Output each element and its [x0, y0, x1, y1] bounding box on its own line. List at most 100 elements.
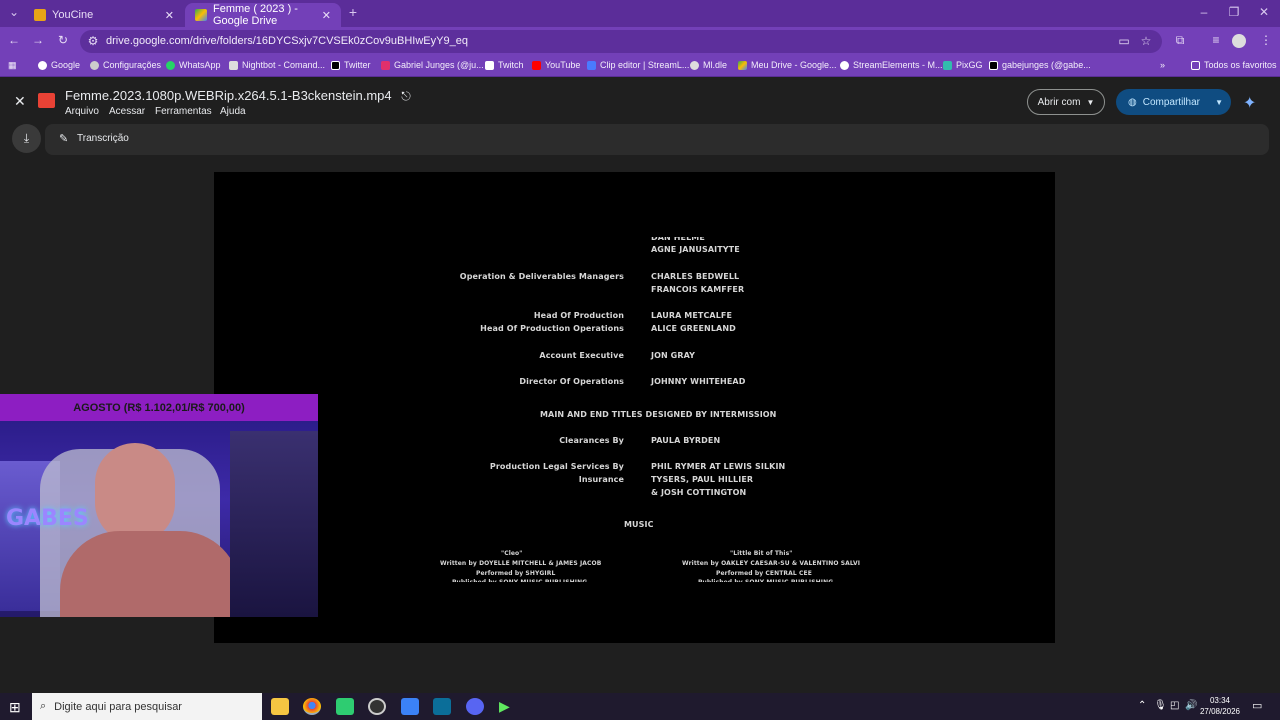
all-bookmarks-folder[interactable]: Todos os favoritos [1191, 60, 1277, 70]
pix-icon [943, 60, 952, 70]
more-bookmarks-icon[interactable]: » [1160, 60, 1165, 70]
menu-ferramentas[interactable]: Ferramentas [155, 106, 212, 117]
search-placeholder: Digite aqui para pesquisar [54, 700, 182, 713]
credit-name: & JOSH COTTINGTON [651, 488, 747, 497]
credit-name: JOHNNY WHITEHEAD [651, 377, 746, 386]
media-icon[interactable]: ≡ [1208, 33, 1224, 47]
site-info-icon[interactable]: ⚙ [85, 34, 101, 48]
twitch-icon [485, 60, 494, 70]
apps-icon[interactable]: ▦ [8, 60, 17, 71]
streamer-body [60, 531, 240, 617]
bookmark-clip-editor[interactable]: Clip editor | StreamL... [587, 60, 689, 70]
bookmark-twitch[interactable]: Twitch [485, 60, 524, 70]
close-tab-icon[interactable]: ✕ [165, 9, 174, 22]
bookmark-meu-drive[interactable]: Meu Drive - Google... [738, 60, 837, 70]
song-writers: Written by OAKLEY CAESAR-SU & VALENTINO … [682, 560, 861, 567]
microphone-icon[interactable]: 🎙 [1154, 700, 1167, 711]
folder-icon [1191, 60, 1200, 70]
play-icon[interactable]: ▶ [499, 698, 517, 715]
url-text[interactable]: drive.google.com/drive/folders/16DYCSxjv… [106, 35, 468, 47]
song-writers: Written by DOYELLE MITCHELL & JAMES JACO… [440, 560, 602, 567]
bookmark-star-icon[interactable]: ☆ [1138, 34, 1154, 48]
new-tab-button[interactable]: + [341, 4, 365, 20]
song-performer: Performed by SHYGIRL [476, 570, 556, 577]
restore-icon[interactable]: ❐ [1222, 5, 1246, 19]
credit-name: JON GRAY [651, 351, 696, 360]
file-explorer-icon[interactable] [271, 698, 289, 715]
credit-name: TYSERS, PAUL HILLIER [651, 475, 754, 484]
streamladder-icon [587, 60, 596, 70]
close-tab-icon[interactable]: ✕ [322, 9, 331, 22]
bookmark-configuracoes[interactable]: Configurações [90, 60, 161, 70]
bookmark-mldle[interactable]: Ml.dle [690, 60, 727, 70]
notification-icon[interactable]: ▭ [1252, 699, 1262, 712]
transcription-button[interactable]: Transcrição [77, 133, 129, 144]
bookmark-youtube[interactable]: YouTube [532, 60, 580, 70]
tab-google-drive[interactable]: Femme ( 2023 ) - Google Drive ✕ [185, 3, 341, 27]
close-window-icon[interactable]: ✕ [1252, 5, 1276, 19]
credit-role: Operation & Deliverables Managers [459, 272, 624, 281]
menu-arquivo[interactable]: Arquivo [65, 106, 99, 117]
bookmark-tiktok[interactable]: gabejunges (@gabe... [989, 60, 1091, 70]
extensions-icon[interactable]: ⧉ [1172, 33, 1188, 48]
bookmark-google[interactable]: Google [38, 60, 80, 70]
bookmark-twitter[interactable]: Twitter [331, 60, 371, 70]
windows-start-icon[interactable]: ⊞ [9, 699, 21, 716]
share-button[interactable]: ◍ Compartilhar ▼ [1116, 89, 1231, 115]
menu-ajuda[interactable]: Ajuda [220, 106, 246, 117]
search-icon: ⌕ [40, 700, 47, 712]
cast-icon[interactable]: ▭ [1116, 34, 1132, 48]
credit-name: PHIL RYMER AT LEWIS SILKIN [651, 462, 786, 471]
menu-acessar[interactable]: Acessar [109, 106, 145, 117]
tab-youcine[interactable]: YouCine ✕ [24, 3, 184, 27]
gemini-icon[interactable]: ✦ [1243, 93, 1256, 113]
chevron-up-icon[interactable]: ⌃ [1138, 700, 1146, 711]
credit-role: Account Executive [539, 351, 624, 360]
instagram-icon [381, 60, 390, 70]
editor-icon[interactable] [433, 698, 451, 715]
transcription-icon: ✎ [59, 133, 69, 145]
bookmark-instagram[interactable]: Gabriel Junges (@ju... [381, 60, 484, 70]
donation-goal-banner: AGOSTO (R$ 1.102,01/R$ 700,00) [0, 394, 318, 421]
system-clock[interactable]: 03:34 27/08/2026 [1196, 695, 1244, 717]
webcam-overlay: AGOSTO (R$ 1.102,01/R$ 700,00) GABES [0, 394, 318, 617]
network-icon[interactable]: ◰ [1170, 700, 1179, 711]
bookmarks-bar: ▦ Google Configurações WhatsApp Nightbot… [0, 56, 1280, 77]
share-label: Compartilhar [1142, 96, 1200, 108]
clock-time: 03:34 [1209, 696, 1231, 705]
gear-icon [90, 60, 99, 70]
secondary-toolbar: ✎ Transcrição [45, 124, 1269, 155]
bookmark-whatsapp[interactable]: WhatsApp [166, 60, 221, 70]
share-dropdown-icon[interactable]: ▼ [1215, 98, 1223, 107]
minimize-icon[interactable]: – [1192, 5, 1216, 19]
bookmark-nightbot[interactable]: Nightbot - Comand... [229, 60, 325, 70]
address-bar[interactable]: ⚙ drive.google.com/drive/folders/16DYCSx… [80, 30, 1162, 53]
taskbar-search[interactable]: ⌕ Digite aqui para pesquisar [32, 693, 262, 720]
back-icon[interactable]: ← [6, 33, 22, 47]
credit-name: FRANCOIS KAMFFER [651, 285, 745, 294]
menu-icon[interactable]: ⋮ [1258, 33, 1274, 47]
bookmark-streamelements[interactable]: StreamElements - M... [840, 60, 943, 70]
globe-icon: ◍ [1128, 96, 1137, 108]
bookmark-pixgg[interactable]: PixGG [943, 60, 983, 70]
obs-icon[interactable] [368, 698, 386, 715]
forward-icon[interactable]: → [30, 33, 46, 47]
download-button[interactable]: ⤓ [12, 124, 41, 153]
profile-avatar[interactable] [1232, 34, 1246, 48]
windows-taskbar: ⊞ ⌕ Digite aqui para pesquisar ▶ ⌃ 🎙 ◰ 🔊… [0, 693, 1280, 720]
tab-search-icon[interactable]: ⌄ [2, 5, 26, 19]
background-shelf [230, 431, 318, 617]
tab-label: Femme ( 2023 ) - Google Drive [213, 3, 298, 27]
song-performer: Performed by CENTRAL CEE [716, 570, 812, 577]
video-player[interactable]: DAN HELME AGNE JANUSAITYTE Operation & D… [214, 172, 1055, 643]
credit-role: Clearances By [559, 436, 624, 445]
app-icon[interactable] [336, 698, 354, 715]
reload-icon[interactable]: ↻ [55, 33, 71, 47]
close-preview-icon[interactable]: ✕ [14, 93, 26, 110]
tiktok-icon [989, 60, 998, 70]
chrome-icon[interactable] [303, 698, 321, 715]
discord-icon[interactable] [466, 698, 484, 715]
open-with-button[interactable]: Abrir com ▼ [1027, 89, 1105, 115]
video-file-icon [38, 93, 55, 108]
app-store-icon[interactable] [401, 698, 419, 715]
